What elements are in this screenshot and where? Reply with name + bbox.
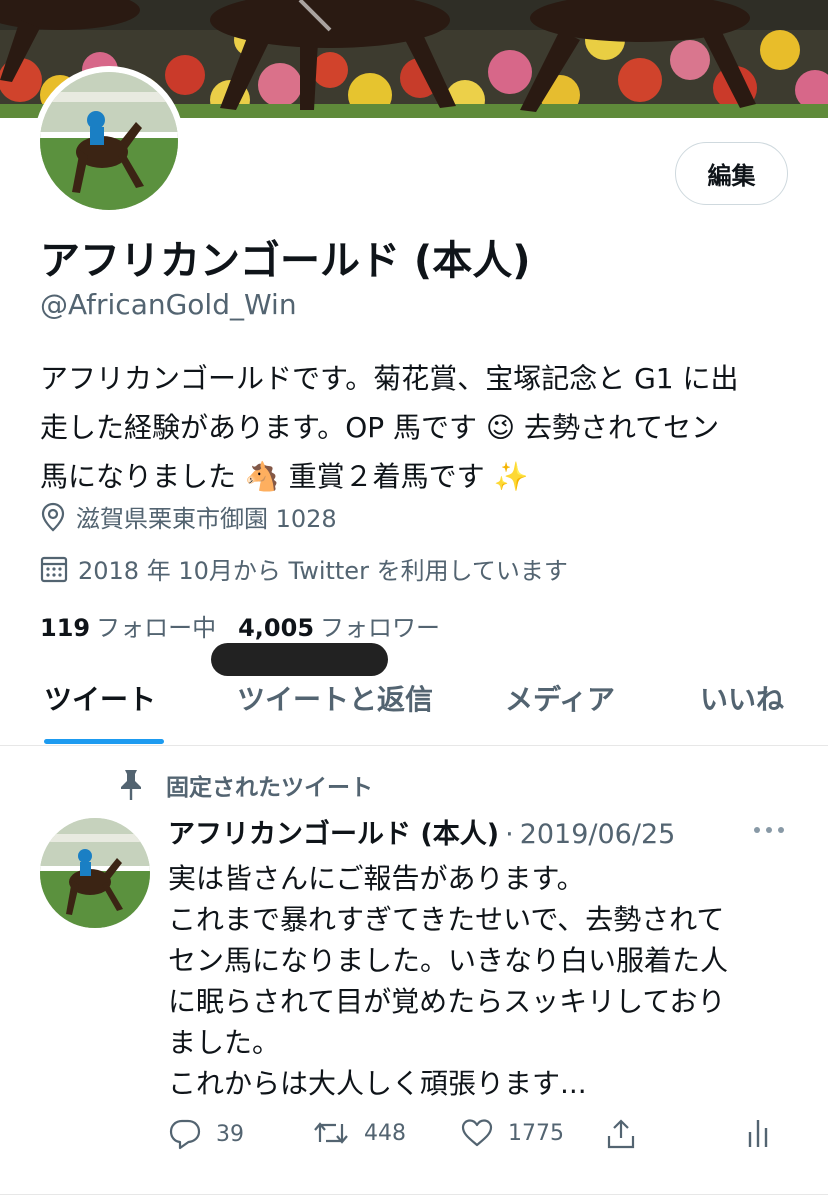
- profile-join-date: 2018 年 10月から Twitter を利用しています: [40, 551, 568, 586]
- analytics-icon: [748, 1120, 768, 1147]
- tweet-divider: [0, 1194, 828, 1195]
- tab-tweets-and-replies[interactable]: ツイートと返信: [237, 678, 433, 718]
- followers-label[interactable]: フォロワー: [320, 608, 440, 643]
- tweet-avatar-image: [40, 818, 150, 928]
- following-label[interactable]: フォロー中: [96, 608, 216, 643]
- following-count[interactable]: 119: [40, 614, 90, 642]
- tab-likes[interactable]: いいね: [700, 678, 784, 718]
- bio-line: 馬になりました 🐴 重賞２着馬です ✨: [40, 460, 529, 493]
- pinned-label-text: 固定されたツイート: [166, 775, 373, 801]
- avatar-image: [40, 72, 178, 210]
- tweet-line: これからは大人しく頑張ります...: [168, 1067, 587, 1100]
- heart-icon: [461, 1119, 493, 1147]
- bio-line: アフリカンゴールドです。菊花賞、宝塚記念と G1 に出: [40, 362, 739, 395]
- follow-stats: 119 フォロー中 4,005 フォロワー: [40, 608, 440, 643]
- analytics-button[interactable]: [746, 1118, 784, 1148]
- profile-bio: アフリカンゴールドです。菊花賞、宝塚記念と G1 に出 走した経験があります。O…: [40, 354, 800, 501]
- like-count: 1775: [508, 1120, 564, 1146]
- location-pin-icon: [41, 502, 65, 531]
- pinned-tweet-label: 固定されたツイート: [118, 768, 373, 802]
- active-tab-indicator: [44, 739, 164, 744]
- pin-icon: [121, 770, 141, 800]
- tweet-header: アフリカンゴールド (本人) · 2019/06/25: [168, 812, 675, 851]
- reply-count: 39: [216, 1121, 244, 1147]
- profile-location: 滋賀県栗東市御園 1028: [40, 499, 337, 534]
- tweet-separator: ·: [505, 819, 514, 850]
- tweet-line: これまで暴れすぎてきたせいで、去勢されて: [168, 903, 725, 936]
- reply-button[interactable]: 39: [168, 1118, 244, 1150]
- bio-line: 走した経験があります。OP 馬です 😉 去勢されてセン: [40, 411, 720, 444]
- share-button[interactable]: [605, 1118, 651, 1150]
- retweet-icon: [314, 1122, 348, 1144]
- tweet-author-name[interactable]: アフリカンゴールド (本人): [168, 812, 499, 851]
- more-dots-icon[interactable]: [752, 824, 786, 836]
- edit-profile-button[interactable]: 編集: [675, 142, 788, 205]
- tab-tweets[interactable]: ツイート: [44, 678, 156, 718]
- tab-media[interactable]: メディア: [505, 678, 615, 718]
- like-button[interactable]: 1775: [460, 1118, 564, 1148]
- retweet-count: 448: [364, 1120, 406, 1146]
- tweet-date[interactable]: 2019/06/25: [520, 819, 676, 850]
- profile-display-name: アフリカンゴールド (本人): [40, 238, 531, 284]
- calendar-icon: [40, 556, 68, 582]
- share-icon: [607, 1119, 635, 1149]
- tweet-line: 実は皆さんにご報告があります。: [168, 862, 585, 895]
- profile-avatar[interactable]: [34, 66, 184, 216]
- join-date-text: 2018 年 10月から Twitter を利用しています: [78, 557, 568, 585]
- tweet-author-avatar[interactable]: [40, 818, 150, 928]
- tweet-line: に眠らされて目が覚めたらスッキリしており: [168, 985, 726, 1018]
- reply-icon: [169, 1119, 201, 1150]
- profile-handle: @AfricanGold_Win: [40, 288, 297, 321]
- location-text: 滋賀県栗東市御園 1028: [76, 505, 337, 533]
- tweet-line: セン馬になりました。いきなり白い服着た人: [168, 944, 729, 977]
- followers-count[interactable]: 4,005: [238, 614, 314, 642]
- tweet-text: 実は皆さんにご報告があります。 これまで暴れすぎてきたせいで、去勢されて セン馬…: [168, 858, 788, 1104]
- tweet-actions: 39 448 1775: [168, 1118, 788, 1158]
- profile-tabs: ツイート ツイートと返信 メディア いいね: [0, 660, 828, 746]
- tweet-line: ました。: [168, 1026, 281, 1059]
- retweet-button[interactable]: 448: [312, 1118, 406, 1148]
